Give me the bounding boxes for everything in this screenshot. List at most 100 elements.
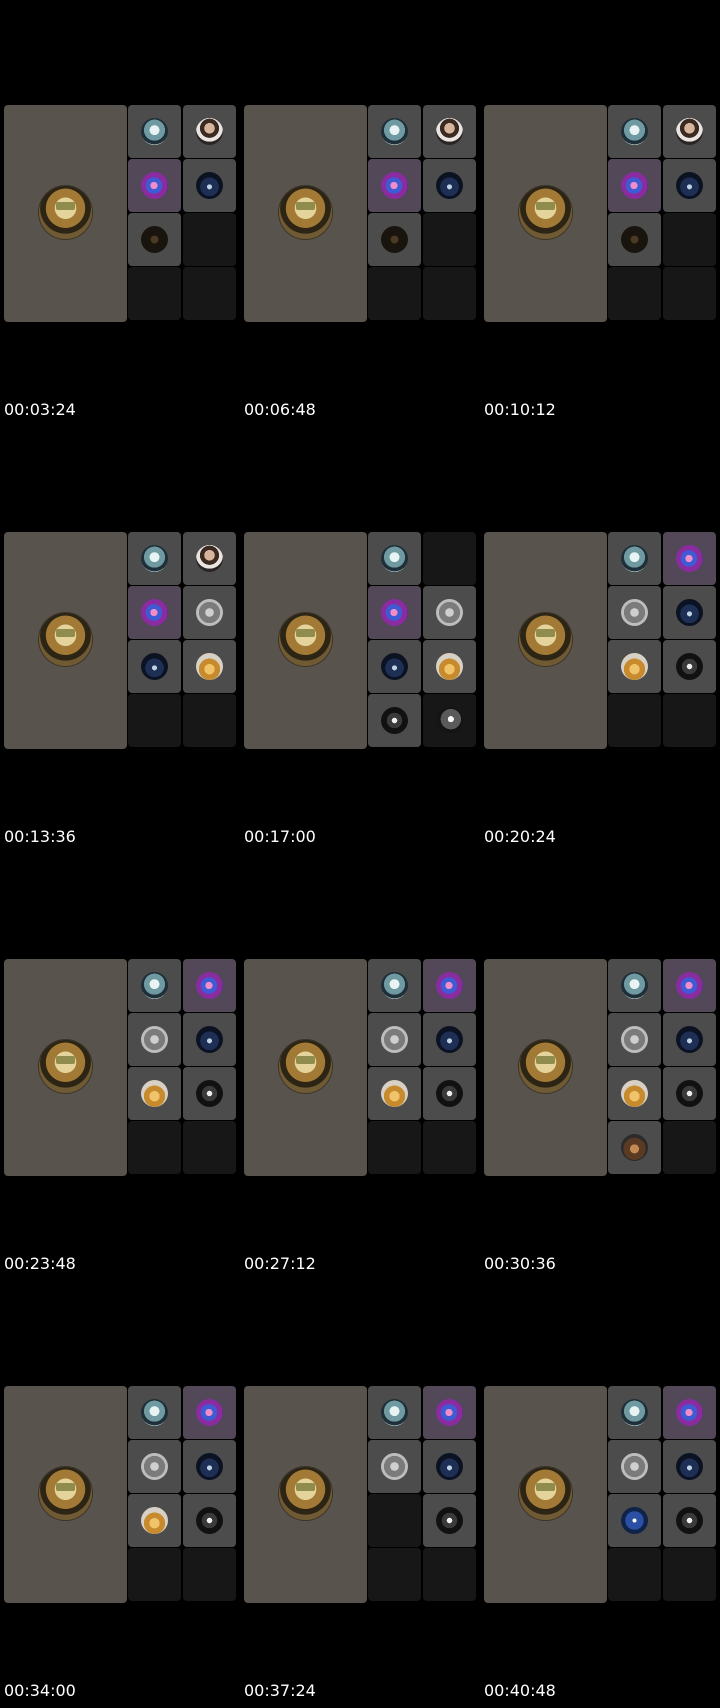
video-frame: 00:37:24 (240, 1281, 480, 1708)
participant-avatar (196, 1453, 223, 1480)
participant-tile (368, 1386, 421, 1439)
participant-avatar (621, 653, 648, 680)
participant-tile (128, 1440, 181, 1493)
participant-avatar (676, 1507, 703, 1534)
participant-tile (608, 267, 661, 320)
participant-avatar (381, 653, 408, 680)
participant-tile (128, 159, 181, 212)
main-speaker-avatar (519, 613, 572, 666)
participant-tile (423, 213, 476, 266)
participant-avatar (436, 707, 463, 734)
video-frame: 00:34:00 (0, 1281, 240, 1708)
participant-tile (423, 267, 476, 320)
participant-tile (128, 586, 181, 639)
participant-tile (663, 1386, 716, 1439)
main-speaker-tile (484, 105, 607, 322)
participant-tile (663, 213, 716, 266)
participant-avatar (141, 1080, 168, 1107)
main-speaker-avatar (279, 186, 332, 239)
participant-tile (608, 1386, 661, 1439)
participant-avatar (676, 653, 703, 680)
participant-avatar (676, 1399, 703, 1426)
participant-avatar (381, 226, 408, 253)
frame-timestamp: 00:23:48 (4, 1254, 76, 1273)
participant-tile (128, 1121, 181, 1174)
frame-timestamp: 00:03:24 (4, 400, 76, 419)
participant-avatar (196, 599, 223, 626)
main-speaker-tile (484, 1386, 607, 1603)
video-frame: 00:30:36 (480, 854, 720, 1281)
participant-tile (128, 1548, 181, 1601)
participant-tile (128, 640, 181, 693)
participant-avatar (196, 545, 223, 572)
participant-tile (128, 1494, 181, 1547)
participant-avatar (381, 545, 408, 572)
participant-tile (183, 1440, 236, 1493)
participant-tile (128, 959, 181, 1012)
participant-tile (663, 1067, 716, 1120)
participant-tile (608, 159, 661, 212)
frame-timestamp: 00:06:48 (244, 400, 316, 419)
participant-tile (183, 1494, 236, 1547)
participant-avatar (676, 172, 703, 199)
participant-tile (183, 1386, 236, 1439)
participant-avatar (196, 972, 223, 999)
participant-avatar (621, 972, 648, 999)
participant-tile (663, 694, 716, 747)
main-speaker-tile (4, 105, 127, 322)
participant-avatar (141, 118, 168, 145)
participant-tile (608, 1548, 661, 1601)
frame-timestamp: 00:13:36 (4, 827, 76, 846)
main-speaker-avatar (39, 186, 92, 239)
participant-tile (663, 159, 716, 212)
frame-timestamp: 00:37:24 (244, 1681, 316, 1700)
participant-tile (608, 959, 661, 1012)
participant-tile (663, 640, 716, 693)
participant-tile (423, 694, 476, 747)
frame-timestamp: 00:30:36 (484, 1254, 556, 1273)
participant-avatar (436, 653, 463, 680)
participant-avatar (436, 1026, 463, 1053)
participant-avatar (381, 1399, 408, 1426)
participant-tile (663, 105, 716, 158)
participant-avatar (676, 545, 703, 572)
participant-avatar (381, 599, 408, 626)
participant-avatar (436, 118, 463, 145)
participant-tile (423, 1548, 476, 1601)
participant-tile (183, 267, 236, 320)
participant-tile (608, 1440, 661, 1493)
participant-tile (608, 694, 661, 747)
participant-tile (608, 532, 661, 585)
participant-avatar (436, 1080, 463, 1107)
main-speaker-avatar (519, 186, 572, 239)
main-speaker-avatar (39, 1467, 92, 1520)
participant-tile (128, 1013, 181, 1066)
main-speaker-tile (244, 1386, 367, 1603)
participant-avatar (196, 1507, 223, 1534)
thumbnail-sheet: 00:03:24 00:06:48 00:10:12 00:13:36 00:17:00… (0, 0, 720, 1708)
participant-avatar (621, 1026, 648, 1053)
video-frame: 00:27:12 (240, 854, 480, 1281)
participant-tile (663, 1548, 716, 1601)
frame-timestamp: 00:40:48 (484, 1681, 556, 1700)
participant-avatar (436, 1399, 463, 1426)
participant-avatar (621, 118, 648, 145)
main-speaker-tile (244, 959, 367, 1176)
participant-tile (183, 1067, 236, 1120)
participant-tile (128, 105, 181, 158)
main-speaker-avatar (279, 1040, 332, 1093)
participant-tile (663, 586, 716, 639)
video-frame: 00:23:48 (0, 854, 240, 1281)
main-speaker-avatar (519, 1040, 572, 1093)
participant-tile (368, 213, 421, 266)
video-frame: 00:06:48 (240, 0, 480, 427)
participant-tile (368, 1013, 421, 1066)
participant-avatar (381, 118, 408, 145)
participant-tile (183, 694, 236, 747)
participant-tile (128, 694, 181, 747)
participant-tile (423, 640, 476, 693)
participant-avatar (621, 1507, 648, 1534)
participant-avatar (676, 118, 703, 145)
participant-avatar (196, 118, 223, 145)
participant-tile (128, 1067, 181, 1120)
